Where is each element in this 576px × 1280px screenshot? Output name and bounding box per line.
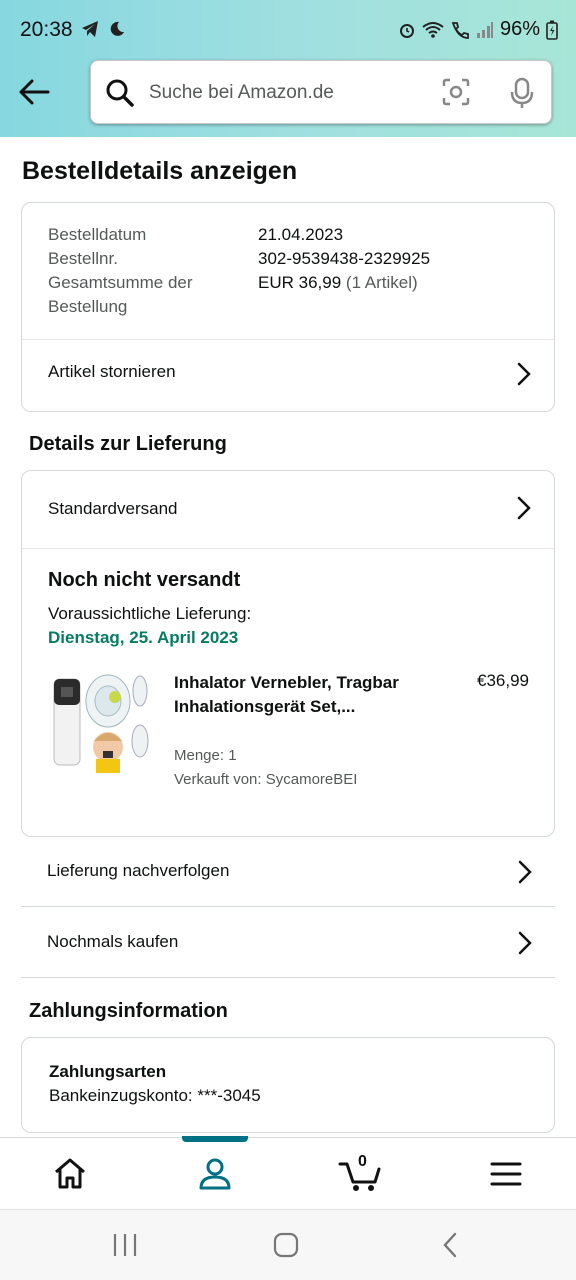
order-date-value: 21.04.2023: [258, 225, 344, 244]
call-icon: [451, 21, 469, 39]
home-button-icon[interactable]: [271, 1230, 301, 1260]
status-bar: 20:38 96%: [0, 0, 576, 62]
order-number-label: Bestellnr.: [48, 249, 118, 268]
eta-date: Dienstag, 25. April 2023: [48, 628, 239, 647]
account-icon[interactable]: [195, 1154, 235, 1194]
order-number-value: 302-9539438-2329925: [258, 249, 431, 268]
signal-icon: [476, 21, 493, 38]
delivery-section-title: Details zur Lieferung: [29, 433, 227, 455]
delivery-card: Standardversand Noch nicht versandt Vora…: [21, 470, 555, 837]
eta-label: Voraussichtliche Lieferung:: [48, 604, 252, 623]
wifi-icon: [422, 21, 444, 38]
cancel-items-row[interactable]: Artikel stornieren: [22, 340, 554, 411]
chevron-right-icon: [518, 860, 532, 884]
chevron-right-icon: [518, 931, 532, 955]
order-total-label: Gesamtsumme der Bestellung: [48, 273, 193, 316]
cancel-items-label: Artikel stornieren: [48, 362, 176, 381]
search-bar[interactable]: Suche bei Amazon.de: [90, 60, 552, 124]
product-quantity: Menge: 1: [174, 747, 237, 764]
order-date-label: Bestelldatum: [48, 225, 147, 244]
system-nav-bar: [0, 1209, 576, 1280]
product-image[interactable]: [48, 669, 152, 773]
recent-apps-icon[interactable]: [110, 1230, 140, 1260]
chevron-right-icon: [517, 496, 531, 520]
telegram-icon: [82, 21, 98, 37]
app-header: 20:38 96% Suche bei Amazon.de: [0, 0, 576, 137]
menu-icon[interactable]: [486, 1154, 526, 1194]
chevron-right-icon: [517, 362, 531, 386]
page-title: Bestelldetails anzeigen: [22, 157, 298, 185]
search-icon: [106, 79, 134, 107]
payment-method-value: Bankeinzugskonto: ***-3045: [49, 1086, 261, 1105]
shipping-method-row[interactable]: Standardversand: [22, 471, 554, 548]
product-price: €36,99: [477, 671, 529, 690]
back-button-icon[interactable]: [436, 1230, 466, 1260]
track-delivery-label: Lieferung nachverfolgen: [47, 861, 230, 880]
bottom-nav: 0: [0, 1136, 576, 1209]
microphone-icon[interactable]: [507, 77, 537, 109]
track-delivery-row[interactable]: Lieferung nachverfolgen: [21, 837, 555, 907]
buy-again-row[interactable]: Nochmals kaufen: [21, 908, 555, 978]
shipment-status-title: Noch nicht versandt: [48, 569, 241, 591]
search-input[interactable]: Suche bei Amazon.de: [149, 82, 334, 104]
product-seller: Verkauft von: SycamoreBEI: [174, 771, 358, 788]
order-total-value: EUR 36,99 (1 Artikel): [258, 273, 418, 292]
camera-search-icon[interactable]: [441, 77, 471, 107]
moon-icon: [110, 21, 124, 36]
buy-again-label: Nochmals kaufen: [47, 932, 179, 951]
status-time: 20:38: [20, 18, 73, 41]
payment-section-title: Zahlungsinformation: [29, 1000, 228, 1022]
product-name-link[interactable]: Inhalator Vernebler, Tragbar Inhalations…: [174, 671, 414, 719]
battery-icon: [546, 20, 558, 40]
shipping-method-label: Standardversand: [48, 499, 178, 518]
order-details-page: Bestelldetails anzeigen Bestelldatum 21.…: [0, 137, 576, 1137]
cart-count-badge: 0: [358, 1153, 367, 1170]
divider: [22, 548, 554, 549]
payment-card: Zahlungsarten Bankeinzugskonto: ***-3045: [21, 1037, 555, 1133]
back-arrow-icon[interactable]: [14, 72, 54, 112]
alarm-icon: [399, 23, 414, 38]
home-icon[interactable]: [50, 1154, 90, 1194]
payment-methods-title: Zahlungsarten: [49, 1062, 167, 1081]
battery-percent: 96%: [499, 18, 540, 40]
order-summary-card: Bestelldatum 21.04.2023 Bestellnr. 302-9…: [21, 202, 555, 412]
active-tab-indicator: [182, 1136, 248, 1142]
